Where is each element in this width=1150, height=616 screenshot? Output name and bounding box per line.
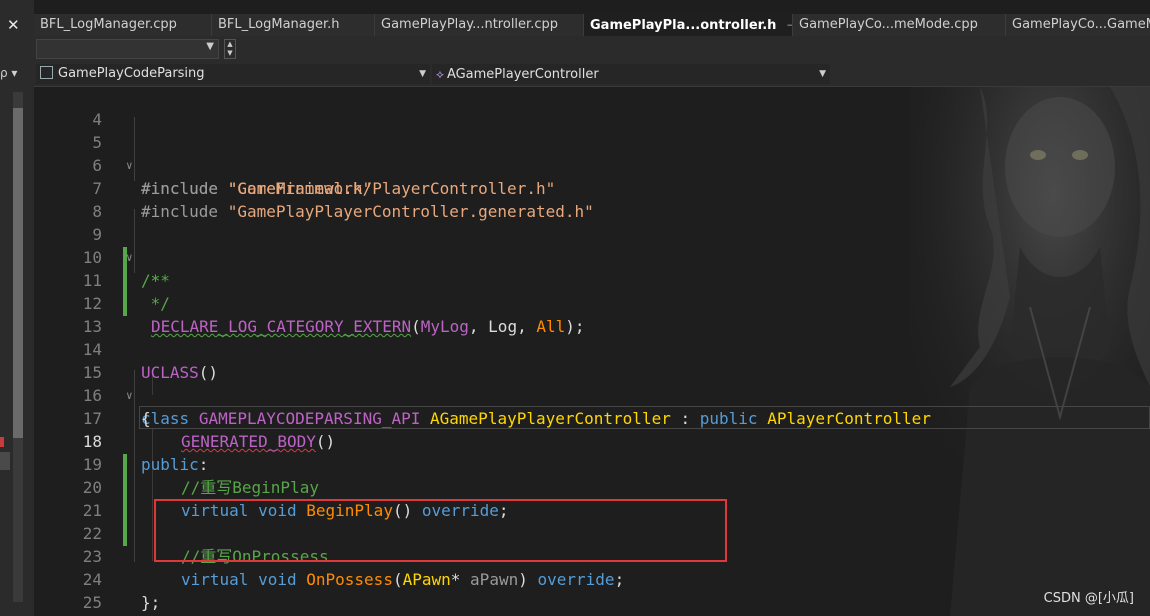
annotation-highlight-box — [154, 499, 727, 562]
scope-dropdown[interactable]: ⟡ AGamePlayerController ▼ — [432, 64, 830, 84]
tab-bfl-logmanager-cpp[interactable]: BFL_LogManager.cpp — [34, 14, 212, 36]
code-line-11: 11 */ — [82, 271, 170, 313]
code-editor[interactable]: 4 5 ∨ #include "CoreMinimal.h" 6 #includ… — [34, 87, 1150, 616]
code-line-8: 8 — [92, 202, 102, 221]
project-name: GamePlayCodeParsing — [58, 66, 205, 81]
code-line-13: 13 — [82, 317, 102, 336]
secondary-toolbar: ▼ ▲ ▼ — [34, 36, 1150, 62]
navigation-bar: GamePlayCodeParsing ▼ ⟡ AGamePlayerContro… — [34, 62, 1150, 87]
watermark: CSDN @[小瓜] — [1043, 591, 1134, 606]
left-scrollbar-thumb[interactable] — [13, 108, 23, 438]
scope-name: AGamePlayerController — [446, 67, 599, 82]
code-line-18: 18 public: — [82, 432, 209, 474]
spinner-control[interactable]: ▲ ▼ — [224, 39, 236, 59]
code-line-9: 9 ∨ /** — [92, 225, 170, 290]
code-line-19: 19 //重写BeginPlay — [82, 455, 319, 497]
code-line-20: 20 virtual void BeginPlay() override; — [82, 478, 509, 520]
error-marker — [0, 437, 4, 447]
close-icon[interactable]: ✕ — [7, 16, 20, 34]
code-line-25: 25 — [82, 593, 102, 612]
chevron-down-icon: ▼ — [419, 69, 426, 79]
code-line-10: 10 * — [82, 248, 161, 290]
code-line-6: 6 #include "GameFramework/PlayerControll… — [92, 156, 556, 198]
code-line-4: 4 — [92, 110, 102, 129]
scroll-marker — [0, 452, 10, 470]
tab-gameplaycodeparsing-gamemode-cpp[interactable]: GamePlayCo...meMode.cpp — [793, 14, 1006, 36]
tab-active-label: GamePlayPla...ontroller.h — [590, 18, 777, 33]
file-icon — [40, 66, 53, 79]
search-icon[interactable]: ρ ▾ — [0, 66, 17, 80]
tab-bfl-logmanager-h[interactable]: BFL_LogManager.h — [212, 14, 375, 36]
code-line-17: 17 GENERATED_BODY() — [82, 409, 336, 451]
code-line-12: 12 DECLARE_LOG_CATEGORY_EXTERN(MyLog, Lo… — [82, 294, 585, 336]
tab-gameplaycodeparsing-gamemode-h[interactable]: GamePlayCo...GameMo — [1006, 14, 1150, 36]
code-line-14: 14 UCLASS() — [82, 340, 219, 382]
code-line-5: 5 ∨ #include "CoreMinimal.h" — [92, 133, 373, 198]
tab-gameplayplayercontroller-cpp[interactable]: GamePlayPlay...ntroller.cpp — [375, 14, 584, 36]
chevron-down-icon: ▼ — [819, 69, 826, 79]
project-dropdown[interactable]: GamePlayCodeParsing ▼ — [36, 64, 430, 84]
code-line-7: 7 #include "GamePlayPlayerController.gen… — [92, 179, 594, 221]
left-panel-strip: ✕ ρ ▾ — [0, 0, 34, 616]
code-line-21: 21 — [82, 501, 102, 520]
tab-gameplayplayercontroller-h[interactable]: GamePlayPla...ontroller.h⊣× — [584, 14, 793, 36]
chevron-down-icon: ▼ — [206, 41, 214, 52]
configuration-dropdown[interactable]: ▼ — [36, 39, 219, 59]
code-line-16: 16 { — [82, 386, 151, 428]
document-tab-bar: BFL_LogManager.cpp BFL_LogManager.h Game… — [34, 14, 1150, 36]
code-line-15: 15 ∨ class GAMEPLAYCODEPARSING_API AGame… — [82, 363, 931, 428]
class-icon: ⟡ — [436, 67, 444, 81]
